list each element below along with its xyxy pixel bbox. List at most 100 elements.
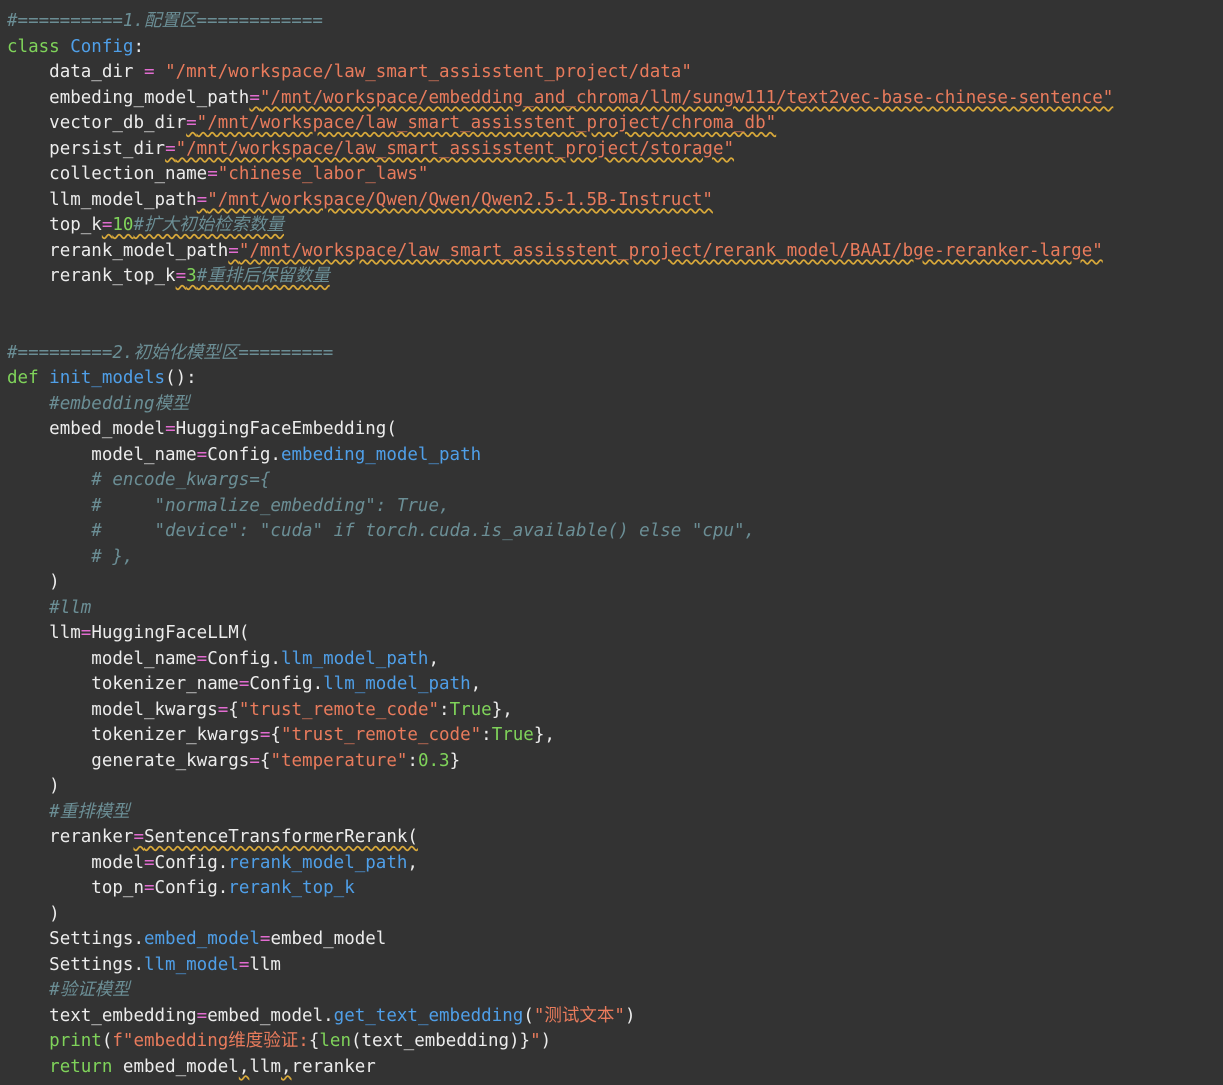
code-line[interactable]: #embedding模型	[7, 392, 189, 418]
code-line[interactable]: )	[7, 774, 60, 800]
code-token: embed_model	[49, 419, 166, 439]
code-token: embed_model	[143, 929, 260, 949]
code-token: rerank_top_k	[228, 878, 355, 898]
code-token: llm	[249, 1056, 281, 1077]
code-line[interactable]: generate_kwargs={"temperature":0.3}	[7, 749, 460, 775]
code-line[interactable]: llm_model_path="/mnt/workspace/Qwen/Qwen…	[7, 188, 713, 214]
code-token: "trust_remote_code"	[238, 699, 440, 720]
code-line[interactable]: return embed_model,llm,reranker	[7, 1055, 376, 1081]
code-line[interactable]: #验证模型	[7, 978, 130, 1004]
code-token: class	[7, 36, 71, 57]
code-line[interactable]: #=========2.初始化模型区=========	[7, 341, 333, 367]
code-line[interactable]: #==========1.配置区============	[7, 9, 323, 35]
code-token: get_text_embedding	[333, 1005, 524, 1026]
code-token: =	[80, 623, 92, 643]
code-line[interactable]: Settings.llm_model=llm	[7, 953, 281, 979]
code-token: embeding_model_path	[49, 87, 250, 108]
code-line[interactable]: top_n=Config.rerank_top_k	[7, 876, 355, 902]
code-token: top_k	[49, 215, 102, 235]
code-token: Config.	[207, 444, 281, 465]
code-line[interactable]: data_dir = "/mnt/workspace/law_smart_ass…	[7, 60, 692, 86]
code-line[interactable]: model_name=Config.embeding_model_path	[7, 443, 481, 469]
code-token: init_models	[49, 368, 166, 388]
code-token: )	[540, 1031, 552, 1051]
code-line[interactable]: persist_dir="/mnt/workspace/law_smart_as…	[7, 137, 734, 163]
code-token: =	[196, 444, 208, 465]
code-line[interactable]: class Config:	[7, 35, 144, 61]
code-token: embed_model.	[207, 1005, 334, 1026]
code-line[interactable]: )	[7, 902, 60, 928]
code-line[interactable]: text_embedding=embed_model.get_text_embe…	[7, 1004, 635, 1030]
code-line[interactable]: rerank_top_k=3#重排后保留数量	[7, 264, 330, 290]
code-token: },	[533, 725, 555, 745]
code-line[interactable]: rerank_model_path="/mnt/workspace/law_sm…	[7, 239, 1103, 265]
code-line[interactable]: # },	[7, 545, 133, 571]
code-token: "/mnt/workspace/law_smart_assisstent_pro…	[165, 62, 692, 82]
code-line[interactable]: # "device": "cuda" if torch.cuda.is_avai…	[7, 519, 755, 545]
code-token: Config.	[249, 674, 324, 694]
code-token: model_name	[91, 444, 197, 465]
code-token: =	[196, 1005, 208, 1026]
code-token: #重排模型	[49, 801, 130, 822]
code-line[interactable]: #重排模型	[7, 800, 130, 826]
code-token: top_n	[91, 878, 144, 898]
code-token: llm_model	[143, 954, 239, 975]
code-token: True	[449, 699, 492, 720]
code-token: =	[217, 699, 229, 720]
code-token: =	[143, 62, 155, 82]
code-token: :	[407, 750, 418, 771]
code-token: ,	[280, 1056, 292, 1077]
code-line[interactable]: top_k=10#扩大初始检索数量	[7, 213, 284, 239]
code-editor[interactable]: #==========1.配置区============ class Config…	[0, 0, 1223, 1085]
code-line[interactable]: #llm	[7, 596, 91, 622]
code-line[interactable]: embed_model=HuggingFaceEmbedding(	[7, 417, 397, 443]
code-line[interactable]: tokenizer_kwargs={"trust_remote_code":Tr…	[7, 723, 555, 749]
code-token: "测试文本"	[533, 1005, 625, 1026]
code-token: #重排后保留数量	[196, 266, 330, 286]
code-line[interactable]: # "normalize_embedding": True,	[7, 494, 449, 520]
code-token: reranker	[49, 827, 134, 847]
code-token: return	[49, 1056, 123, 1077]
code-line[interactable]: model=Config.rerank_model_path,	[7, 851, 418, 877]
code-token: "chinese_labor_laws"	[217, 164, 429, 184]
code-token: )	[49, 572, 60, 592]
code-token: "/mnt/workspace/law_smart_assisstent_pro…	[238, 240, 1103, 261]
code-line[interactable]: collection_name="chinese_labor_laws"	[7, 162, 428, 188]
code-line[interactable]: def init_models():	[7, 366, 197, 392]
code-token: llm_model_path	[49, 189, 197, 210]
code-token: ,	[238, 1056, 250, 1077]
code-token: embed_model	[270, 929, 387, 949]
code-line[interactable]: # encode_kwargs={	[7, 468, 270, 494]
code-line[interactable]: Settings.embed_model=embed_model	[7, 927, 386, 953]
code-token: HuggingFaceLLM(	[91, 623, 250, 643]
code-line[interactable]: reranker=SentenceTransformerRerank(	[7, 825, 418, 851]
code-line[interactable]: model_name=Config.llm_model_path,	[7, 647, 439, 673]
code-token: =	[175, 266, 187, 286]
code-token: HuggingFaceEmbedding(	[175, 419, 397, 439]
code-token: }	[449, 750, 461, 771]
code-line[interactable]: vector_db_dir="/mnt/workspace/law_smart_…	[7, 111, 776, 137]
code-line[interactable]: embeding_model_path="/mnt/workspace/embe…	[7, 86, 1113, 112]
code-line[interactable]: )	[7, 570, 60, 596]
code-token: =	[259, 725, 271, 745]
code-token: print	[49, 1031, 102, 1051]
code-token: Settings.	[49, 929, 144, 949]
code-line[interactable]: model_kwargs={"trust_remote_code":True},	[7, 698, 513, 724]
code-line[interactable]: print(f"embedding维度验证:{len(text_embeddin…	[7, 1029, 551, 1055]
code-line[interactable]: tokenizer_name=Config.llm_model_path,	[7, 672, 481, 698]
code-line[interactable]: llm=HuggingFaceLLM(	[7, 621, 249, 647]
code-token: )	[624, 1005, 636, 1026]
